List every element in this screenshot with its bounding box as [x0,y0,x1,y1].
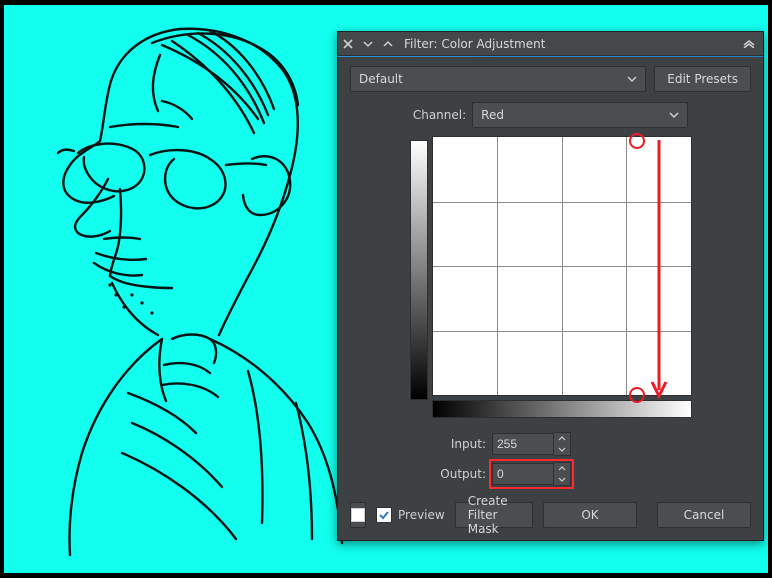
filter-dialog: Filter: Color Adjustment Default Edit Pr… [337,31,764,541]
step-down-icon [554,474,570,485]
step-up-icon [554,463,570,474]
preview-checkbox[interactable]: Preview [376,507,445,523]
step-up-icon [554,433,570,444]
input-gradient [432,400,692,418]
illustration [12,5,352,563]
chevron-up-icon[interactable] [378,32,398,55]
check-icon [379,510,389,520]
output-spinner[interactable] [492,462,571,486]
annotation-handle-top [629,133,645,149]
input-stepper[interactable] [554,432,571,456]
collapse-icon[interactable] [735,37,763,51]
ok-button[interactable]: OK [543,502,637,528]
dialog-title: Filter: Color Adjustment [398,37,735,51]
output-field[interactable] [492,463,554,485]
swatch-button[interactable] [350,502,366,528]
close-icon[interactable] [338,32,358,55]
output-label: Output: [436,467,486,481]
edit-presets-button[interactable]: Edit Presets [654,66,751,92]
chevron-down-icon [627,74,637,84]
annotation-handle-bottom [629,387,645,403]
square-icon [351,508,365,522]
input-field[interactable] [492,433,554,455]
channel-value: Red [481,108,504,122]
output-stepper[interactable] [554,462,571,486]
output-gradient [410,140,428,400]
channel-label: Channel: [413,108,466,122]
step-down-icon [554,444,570,455]
input-label: Input: [436,437,486,451]
preset-select[interactable]: Default [350,66,646,92]
chevron-down-icon [669,110,679,120]
channel-select[interactable]: Red [472,102,688,128]
title-bar[interactable]: Filter: Color Adjustment [338,32,763,56]
annotation-arrow [650,138,668,402]
preview-label: Preview [398,508,445,522]
title-accent [338,56,763,57]
preset-value: Default [359,72,403,86]
chevron-down-icon[interactable] [358,32,378,55]
cancel-button[interactable]: Cancel [657,502,751,528]
create-filter-mask-button[interactable]: Create Filter Mask [455,502,533,528]
input-spinner[interactable] [492,432,571,456]
